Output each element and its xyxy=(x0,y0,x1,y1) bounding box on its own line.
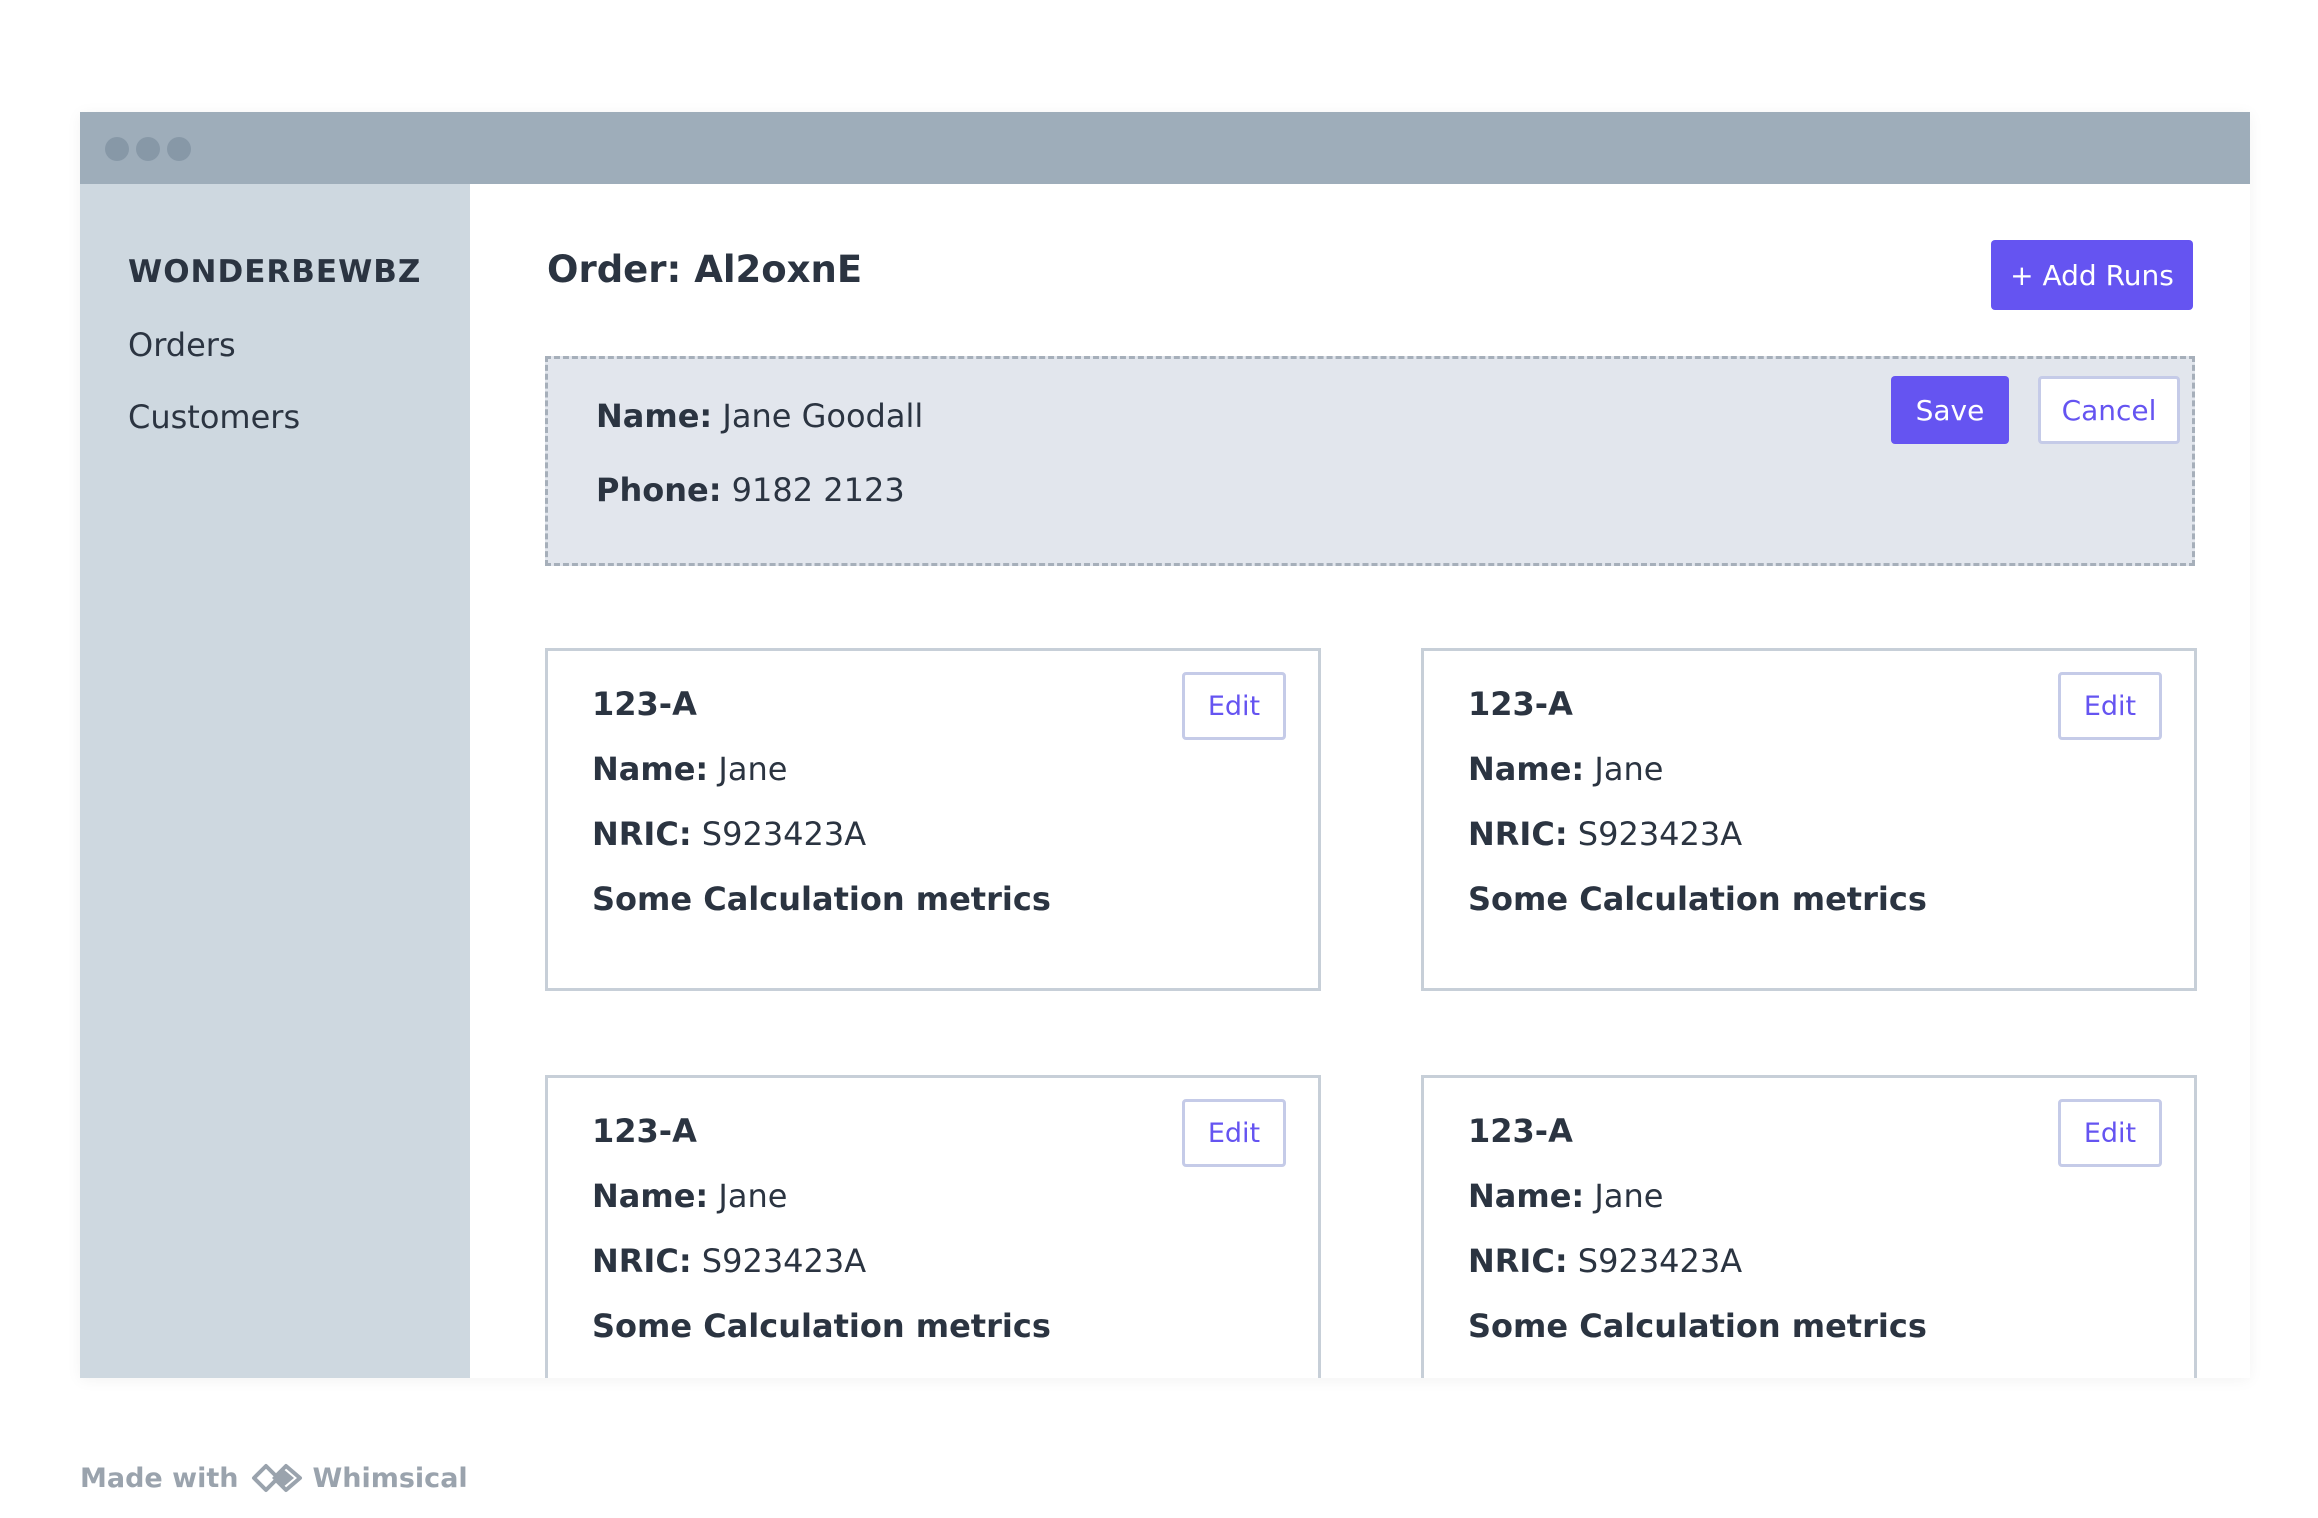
window-dot-icon xyxy=(105,137,129,161)
cancel-button[interactable]: Cancel xyxy=(2038,376,2180,444)
run-id: 123-A xyxy=(1468,1112,1573,1150)
run-metrics: Some Calculation metrics xyxy=(1468,880,1927,918)
run-name: Name: Jane xyxy=(592,1177,787,1215)
run-nric-label: NRIC: xyxy=(592,1242,692,1280)
run-name-value: Jane xyxy=(718,1177,788,1215)
whimsical-logo-icon xyxy=(252,1464,303,1492)
run-name-value: Jane xyxy=(718,750,788,788)
edit-run-button[interactable]: Edit xyxy=(1182,672,1286,740)
run-id: 123-A xyxy=(592,1112,697,1150)
customer-phone-value: 9182 2123 xyxy=(731,471,905,509)
run-name-label: Name: xyxy=(1468,1177,1585,1215)
run-name-label: Name: xyxy=(1468,750,1585,788)
run-nric-value: S923423A xyxy=(701,1242,867,1280)
sidebar-item-customers[interactable]: Customers xyxy=(128,398,300,436)
run-nric: NRIC: S923423A xyxy=(1468,1242,1742,1280)
window-dot-icon xyxy=(167,137,191,161)
run-name-value: Jane xyxy=(1594,1177,1664,1215)
edit-run-button[interactable]: Edit xyxy=(2058,1099,2162,1167)
page-title: Order: Al2oxnE xyxy=(547,248,863,291)
brand-name: WONDERBEWBZ xyxy=(128,254,422,290)
main-content: Order: Al2oxnE + Add Runs Name: Jane Goo… xyxy=(470,184,2250,1378)
run-nric-value: S923423A xyxy=(1577,815,1743,853)
run-nric-label: NRIC: xyxy=(1468,1242,1568,1280)
run-name-label: Name: xyxy=(592,750,709,788)
run-id: 123-A xyxy=(1468,685,1573,723)
whimsical-brand-text: Whimsical xyxy=(312,1462,468,1494)
run-nric-value: S923423A xyxy=(701,815,867,853)
run-name: Name: Jane xyxy=(592,750,787,788)
customer-phone: Phone: 9182 2123 xyxy=(596,471,905,509)
customer-name-value: Jane Goodall xyxy=(722,397,924,435)
run-nric: NRIC: S923423A xyxy=(1468,815,1742,853)
edit-run-button[interactable]: Edit xyxy=(1182,1099,1286,1167)
run-card: 123-A Edit Name: Jane NRIC: S923423A Som… xyxy=(1421,648,2197,991)
customer-name-label: Name: xyxy=(596,397,713,435)
run-nric-value: S923423A xyxy=(1577,1242,1743,1280)
run-nric-label: NRIC: xyxy=(1468,815,1568,853)
run-metrics: Some Calculation metrics xyxy=(1468,1307,1927,1345)
run-nric: NRIC: S923423A xyxy=(592,1242,866,1280)
made-with-footer[interactable]: Made with Whimsical xyxy=(80,1456,468,1500)
run-name: Name: Jane xyxy=(1468,750,1663,788)
run-id: 123-A xyxy=(592,685,697,723)
run-card: 123-A Edit Name: Jane NRIC: S923423A Som… xyxy=(545,648,1321,991)
save-button[interactable]: Save xyxy=(1891,376,2009,444)
app-window: WONDERBEWBZ Orders Customers Order: Al2o… xyxy=(80,112,2250,1378)
customer-phone-label: Phone: xyxy=(596,471,722,509)
customer-name: Name: Jane Goodall xyxy=(596,397,923,435)
run-nric-label: NRIC: xyxy=(592,815,692,853)
run-card: 123-A Edit Name: Jane NRIC: S923423A Som… xyxy=(545,1075,1321,1378)
run-metrics: Some Calculation metrics xyxy=(592,1307,1051,1345)
run-name: Name: Jane xyxy=(1468,1177,1663,1215)
edit-run-button[interactable]: Edit xyxy=(2058,672,2162,740)
run-name-label: Name: xyxy=(592,1177,709,1215)
run-nric: NRIC: S923423A xyxy=(592,815,866,853)
window-dot-icon xyxy=(136,137,160,161)
run-metrics: Some Calculation metrics xyxy=(592,880,1051,918)
add-runs-button[interactable]: + Add Runs xyxy=(1991,240,2193,310)
sidebar: WONDERBEWBZ Orders Customers xyxy=(80,184,470,1378)
window-titlebar xyxy=(80,112,2250,184)
run-card: 123-A Edit Name: Jane NRIC: S923423A Som… xyxy=(1421,1075,2197,1378)
run-name-value: Jane xyxy=(1594,750,1664,788)
customer-edit-panel: Name: Jane Goodall Phone: 9182 2123 Save… xyxy=(545,356,2195,566)
made-with-text: Made with xyxy=(80,1462,239,1494)
sidebar-item-orders[interactable]: Orders xyxy=(128,326,236,364)
